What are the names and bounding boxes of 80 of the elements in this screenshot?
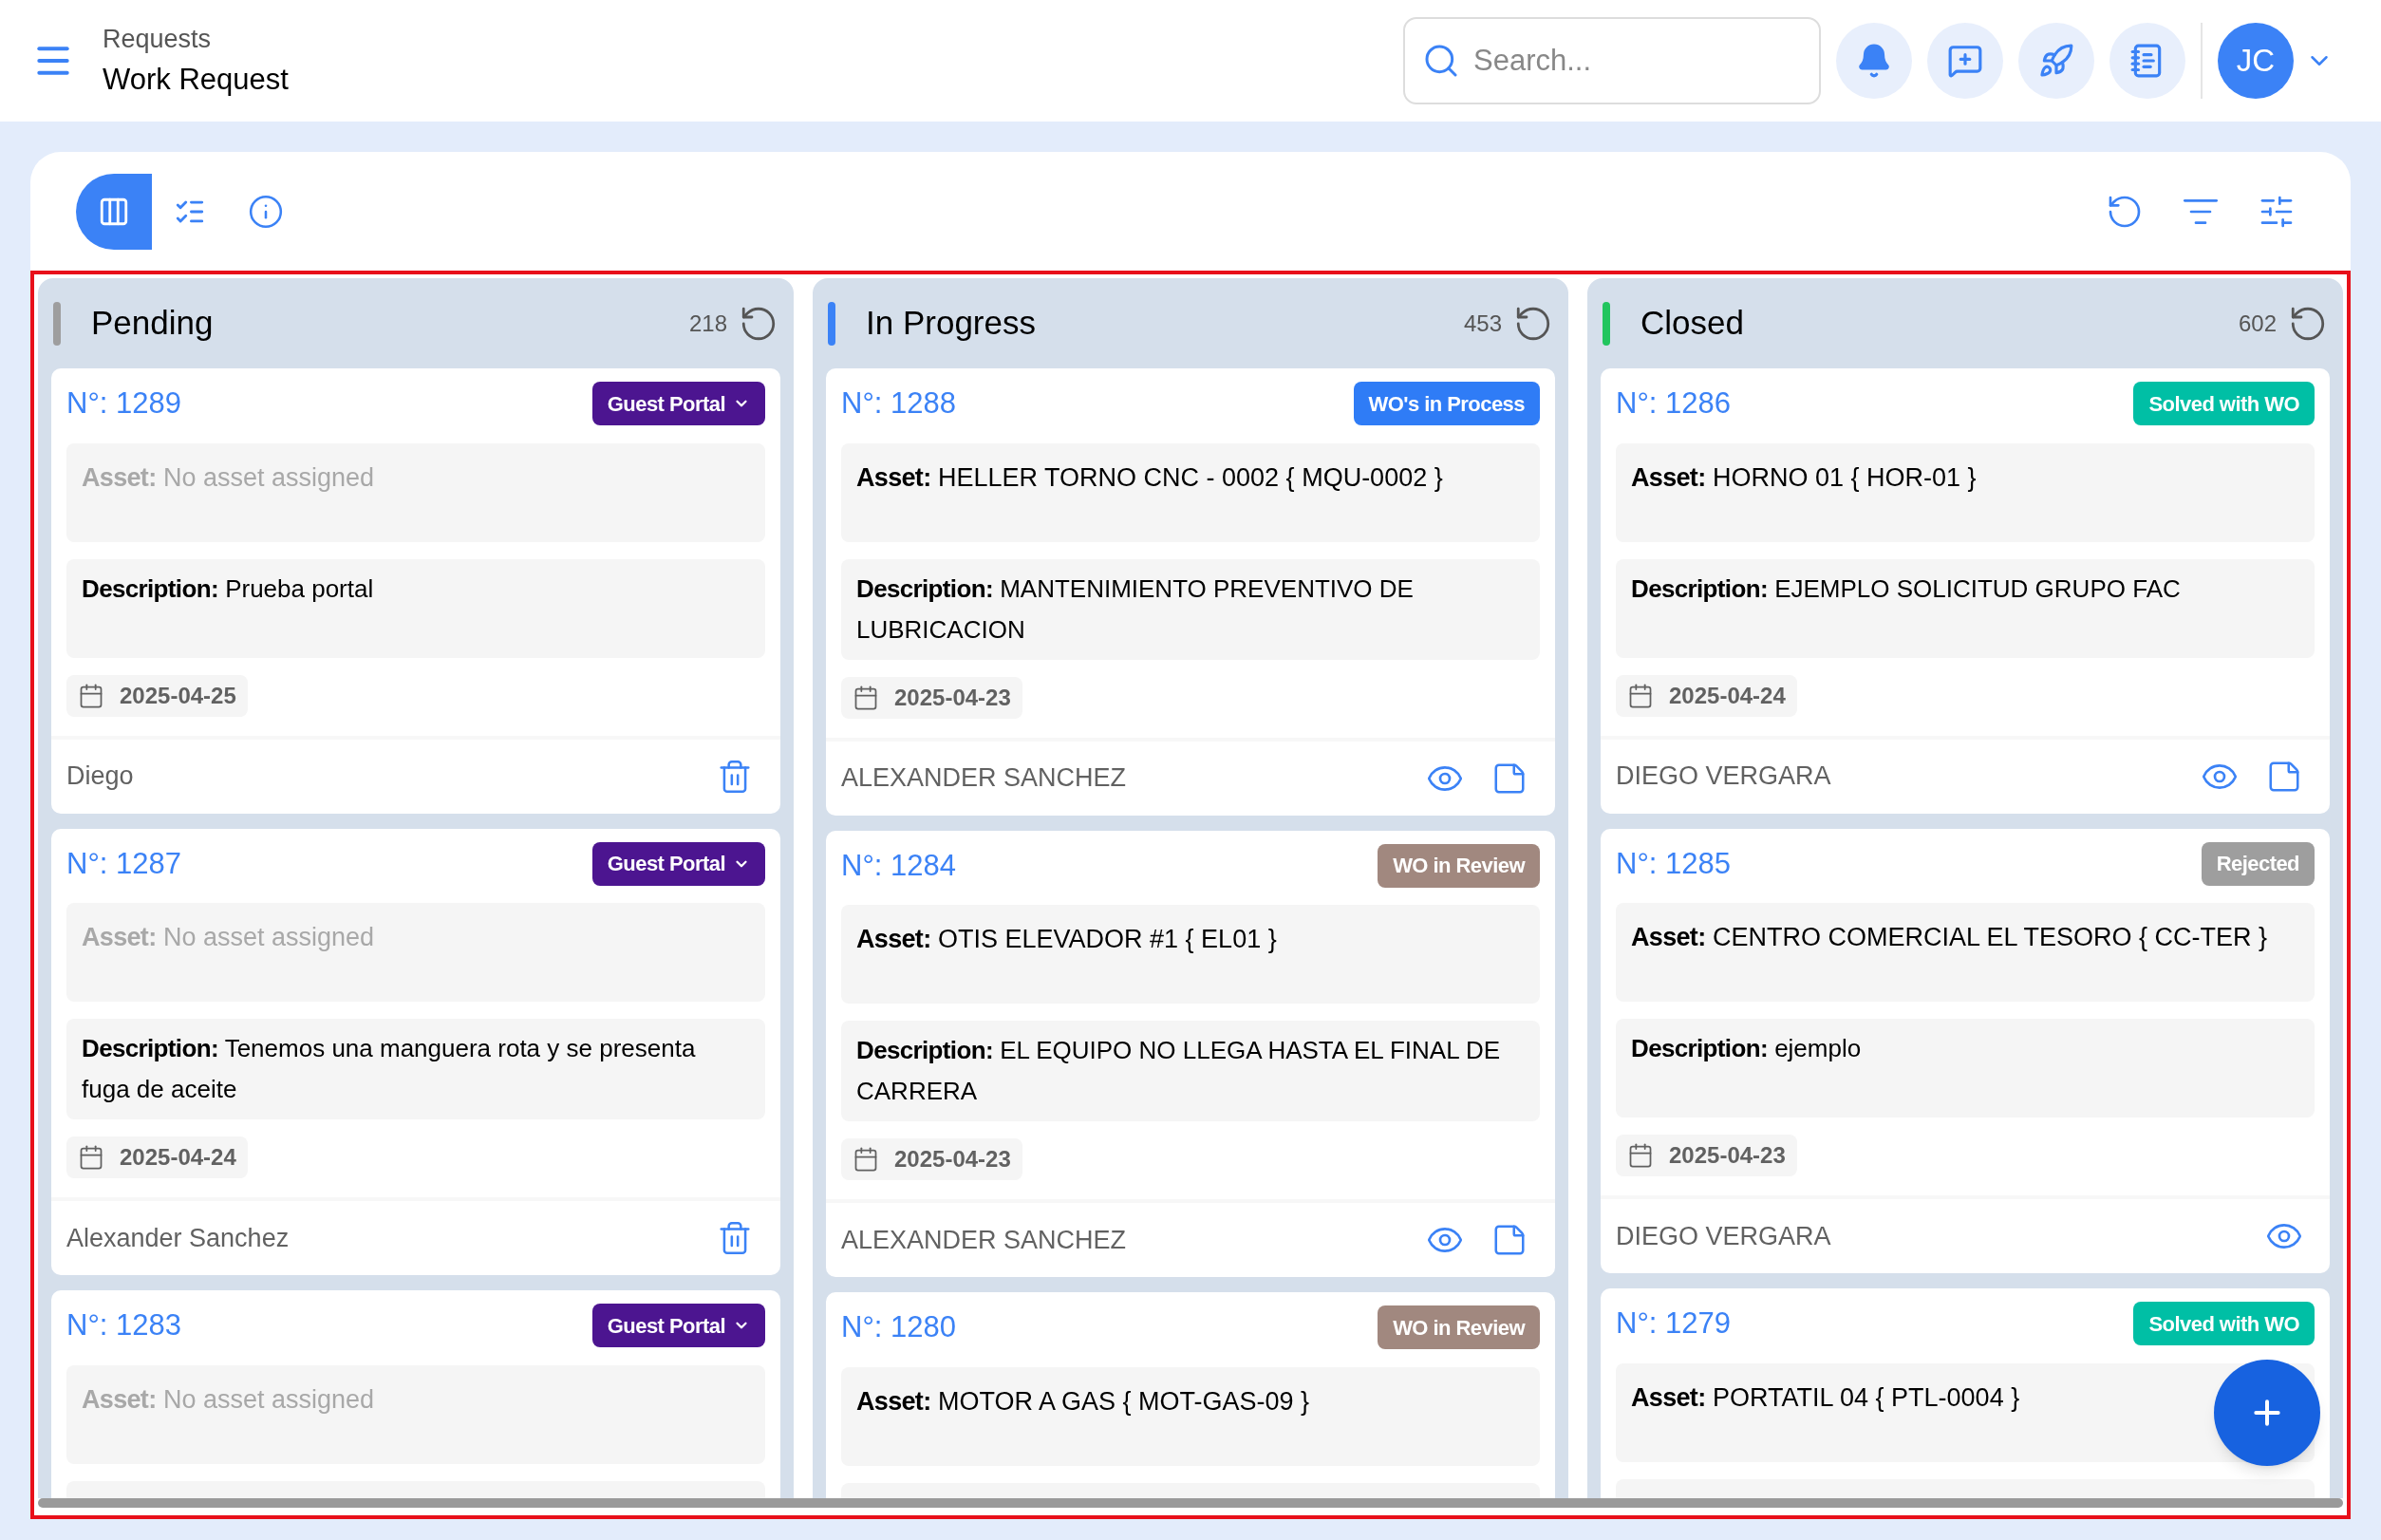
bell-icon xyxy=(1856,43,1892,79)
user-avatar[interactable]: JC xyxy=(2218,23,2294,99)
description-field: Description: EL EQUIPO NO LLEGA HASTA EL FINAL DE CARRERA xyxy=(841,1021,1540,1121)
info-icon xyxy=(248,193,284,230)
status-badge[interactable]: Guest Portal xyxy=(591,382,765,426)
scrollbar[interactable] xyxy=(38,1498,2343,1508)
asset-text: Asset: CENTRO COMERCIAL EL TESORO { CC-TER } xyxy=(1631,922,2268,953)
requester-name: DIEGO VERGARA xyxy=(1616,761,1831,793)
calendar-icon xyxy=(853,684,879,711)
asset-text: Asset: No asset assigned xyxy=(82,1383,375,1416)
calendar-icon xyxy=(1627,682,1654,709)
requester-name: ALEXANDER SANCHEZ xyxy=(841,1224,1127,1256)
requester-name: DIEGO VERGARA xyxy=(1616,1220,1831,1252)
description-field: Description: EJEMPLO SOLICITUD GRUPO FAC xyxy=(1616,558,2315,658)
asset-text: Asset: OTIS ELEVADOR #1 { EL01 } xyxy=(856,924,1277,955)
request-card[interactable]: N°: 1284 WO in Review Asset: OTIS ELEVADOR #1 { EL01 } Description: EL EQUIPO NO LLEGA HASTA EL FINAL DE CARRERA 2025-04-23 ALEXANDER SANCHEZ xyxy=(826,830,1555,1277)
column-title: In Progress xyxy=(866,303,1036,344)
rocket-icon xyxy=(2038,43,2074,79)
status-badge: Solved with WO xyxy=(2133,382,2315,426)
description-field: Description: Prueba portal xyxy=(66,558,765,658)
request-card[interactable]: N°: 1285 Rejected Asset: CENTRO COMERCIAL EL TESORO { CC-TER } Description: ejemplo 2025-04-23 DIEGO VERGARA xyxy=(1601,828,2330,1273)
request-date: 2025-04-23 xyxy=(894,1145,1011,1174)
asset-text: Asset: HELLER TORNO CNC - 0002 { MQU-0002 } xyxy=(856,461,1443,494)
requester-name: ALEXANDER SANCHEZ xyxy=(841,762,1127,795)
asset-text: Asset: HORNO 01 { HOR-01 } xyxy=(1631,461,1977,494)
request-card[interactable]: N°: 1279 Solved with WO Asset: PORTATIL 04 { PTL-0004 } xyxy=(1601,1288,2330,1498)
status-badge: WO in Review xyxy=(1378,1305,1540,1350)
calendar-icon xyxy=(1627,1142,1654,1169)
column-count: 218 xyxy=(688,309,727,338)
request-number: N°: 1287 xyxy=(66,845,181,882)
breadcrumb: Requests xyxy=(103,23,213,55)
column-title: Closed xyxy=(1640,303,1744,344)
column-title: Pending xyxy=(91,303,214,344)
request-date: 2025-04-25 xyxy=(120,681,236,710)
status-badge: WO's in Process xyxy=(1353,382,1540,426)
column-count: 602 xyxy=(2238,309,2277,338)
status-badge: WO in Review xyxy=(1378,843,1540,888)
requester-name: Diego xyxy=(66,761,134,793)
asset-text: Asset: MOTOR A GAS { MOT-GAS-09 } xyxy=(856,1385,1310,1418)
calendar-icon xyxy=(78,1144,104,1171)
asset-text: Asset: No asset assigned xyxy=(82,461,375,494)
request-number: N°: 1280 xyxy=(841,1309,956,1345)
request-number: N°: 1284 xyxy=(841,847,956,884)
status-badge: Solved with WO xyxy=(2133,1302,2315,1346)
request-date: 2025-04-23 xyxy=(894,683,1011,712)
status-badge[interactable]: Guest Portal xyxy=(591,1304,765,1348)
asset-text: Asset: PORTATIL 04 { PTL-0004 } xyxy=(1631,1381,2020,1414)
search-input[interactable]: Search... xyxy=(1473,38,1802,84)
request-card[interactable]: N°: 1287 Guest Portal Asset: No asset assigned Description: Tenemos una manguera rota y se presenta fuga de aceite 2025-04-24 Alexander Sanchez xyxy=(51,828,780,1275)
calendar-icon xyxy=(853,1146,879,1173)
request-card[interactable]: N°: 1289 Guest Portal Asset: No asset assigned Description: Prueba portal 2025-04-25 Diego xyxy=(51,368,780,814)
request-number: N°: 1286 xyxy=(1616,385,1731,422)
description-field: Description: Tenemos una manguera rota y se presenta fuga de aceite xyxy=(66,1019,765,1119)
page-title: Work Request xyxy=(103,62,289,98)
view-toggle[interactable] xyxy=(76,173,152,250)
trash-icon xyxy=(717,758,753,795)
status-badge[interactable]: Guest Portal xyxy=(591,841,765,886)
request-date: 2025-04-24 xyxy=(120,1143,236,1172)
trash-icon xyxy=(717,1220,753,1256)
requester-name: Alexander Sanchez xyxy=(66,1222,290,1254)
request-card[interactable]: N°: 1283 Guest Portal Asset: No asset assigned xyxy=(51,1290,780,1498)
request-number: N°: 1289 xyxy=(66,385,181,422)
request-number: N°: 1285 xyxy=(1616,845,1731,882)
chat-icon xyxy=(1947,43,1983,79)
description-field: Description: MANTENIMIENTO PREVENTIVO DE LUBRICACION xyxy=(841,558,1540,660)
asset-text: Asset: No asset assigned xyxy=(82,922,375,953)
search-field[interactable]: Search... xyxy=(1403,17,1821,104)
request-card[interactable]: N°: 1280 WO in Review Asset: MOTOR A GAS { MOT-GAS-09 } xyxy=(826,1292,1555,1498)
request-number: N°: 1288 xyxy=(841,385,956,422)
column-count: 453 xyxy=(1463,309,1502,338)
request-card[interactable]: N°: 1288 WO's in Process Asset: HELLER TORNO CNC - 0002 { MQU-0002 } Description: MANTENIMIENTO PREVENTIVO DE LUBRICACION 2025-04-23 ALEXANDER SANCHEZ xyxy=(826,368,1555,816)
request-date: 2025-04-24 xyxy=(1669,681,1786,710)
request-date: 2025-04-23 xyxy=(1669,1141,1786,1170)
note-icon xyxy=(1491,1222,1528,1258)
request-number: N°: 1279 xyxy=(1616,1305,1731,1342)
request-card[interactable]: N°: 1286 Solved with WO Asset: HORNO 01 { HOR-01 } Description: EJEMPLO SOLICITUD GRUPO FAC 2025-04-24 DIEGO VERGARA xyxy=(1601,368,2330,814)
description-field: Description: ejemplo xyxy=(1616,1019,2315,1117)
request-number: N°: 1283 xyxy=(66,1307,181,1343)
calendar-icon xyxy=(78,682,104,709)
status-badge: Rejected xyxy=(2201,841,2315,886)
